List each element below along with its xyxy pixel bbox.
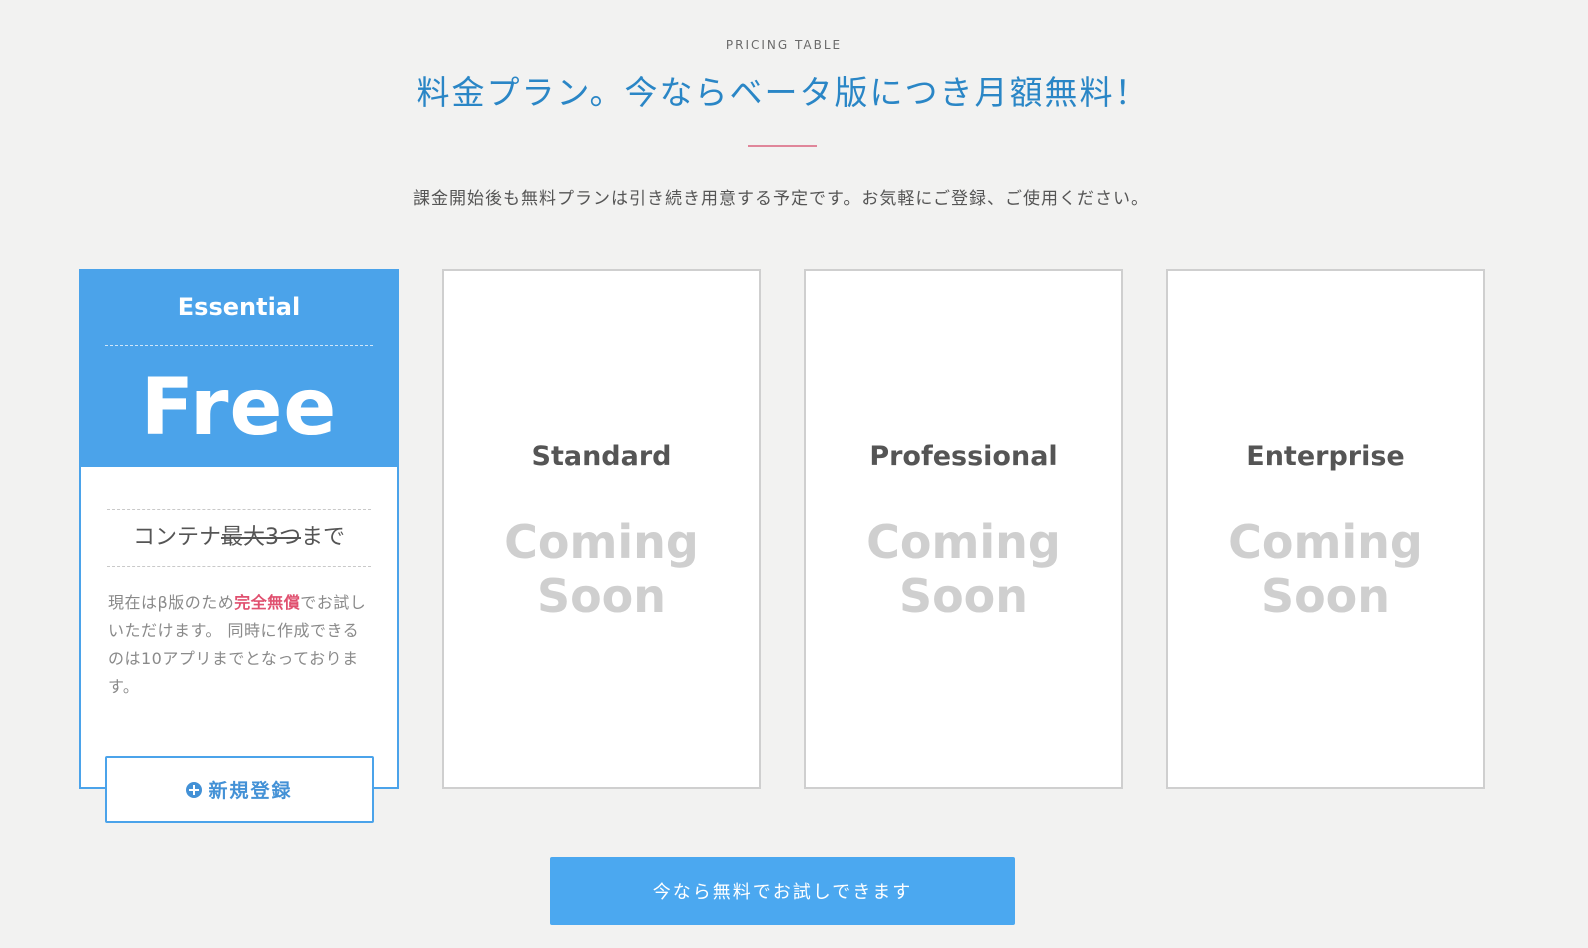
plus-circle-icon xyxy=(186,781,203,798)
coming-soon-label: Coming Soon xyxy=(806,515,1121,623)
plan-card-professional: Professional Coming Soon xyxy=(804,269,1123,789)
plan-card-enterprise: Enterprise Coming Soon xyxy=(1166,269,1485,789)
plan-card-essential: Essential Free コンテナ最大3つまで 現在はβ版のため完全無償でお… xyxy=(79,269,399,789)
coming-soon-line: Coming xyxy=(1228,515,1423,569)
plan-card-standard: Standard Coming Soon xyxy=(442,269,761,789)
signup-button-label: 新規登録 xyxy=(208,780,293,802)
coming-soon-line: Soon xyxy=(1260,569,1391,623)
free-trial-button[interactable]: 今なら無料でお試しできます xyxy=(550,857,1015,925)
plan-name: Standard xyxy=(531,441,672,472)
desc-text: 現在はβ版のため xyxy=(108,593,235,612)
coming-soon-label: Coming Soon xyxy=(1168,515,1483,623)
feature-suffix: まで xyxy=(301,525,346,550)
title-divider xyxy=(748,145,817,147)
page-subtitle: 課金開始後も無料プランは引き続き用意する予定です。お気軽にご登録、ご使用ください… xyxy=(413,189,1149,209)
desc-highlight: 完全無償 xyxy=(234,593,301,612)
plan-description: 現在はβ版のため完全無償でお試しいただけます。 同時に作成できるのは10アプリま… xyxy=(108,589,374,701)
plan-name: Professional xyxy=(869,441,1058,472)
plan-feature: コンテナ最大3つまで xyxy=(107,509,371,567)
free-trial-button-label: 今なら無料でお試しできます xyxy=(652,882,913,903)
coming-soon-line: Coming xyxy=(504,515,699,569)
plan-header-divider xyxy=(105,345,373,346)
page-title: 料金プラン。今ならベータ版につき月額無料！ xyxy=(416,73,1150,112)
plan-name: Enterprise xyxy=(1246,441,1405,472)
pricing-eyebrow: PRICING TABLE xyxy=(725,38,843,52)
feature-prefix: コンテナ xyxy=(132,525,221,550)
coming-soon-line: Soon xyxy=(898,569,1029,623)
plan-name: Essential xyxy=(177,293,301,321)
feature-struck: 最大3つ xyxy=(221,525,301,550)
plan-header: Essential Free xyxy=(81,271,397,467)
plan-price: Free xyxy=(140,363,338,453)
signup-button[interactable]: 新規登録 xyxy=(105,756,374,823)
coming-soon-line: Coming xyxy=(866,515,1061,569)
coming-soon-label: Coming Soon xyxy=(444,515,759,623)
coming-soon-line: Soon xyxy=(536,569,667,623)
